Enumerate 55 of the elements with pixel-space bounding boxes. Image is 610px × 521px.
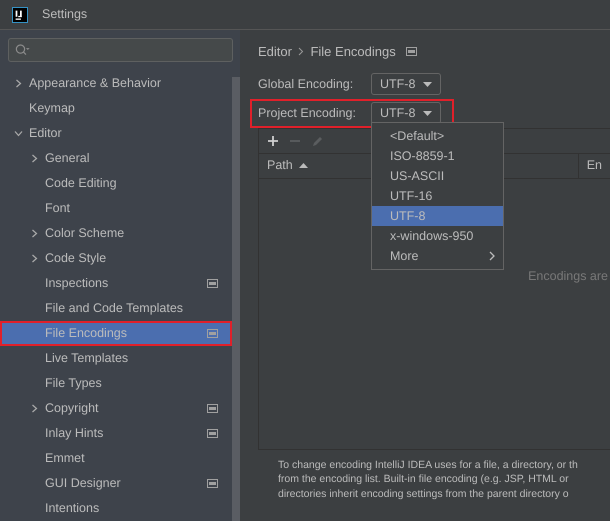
tree-item[interactable]: Inlay Hints [0, 421, 232, 446]
project-scope-icon [207, 329, 218, 338]
chevron-icon[interactable] [14, 129, 23, 138]
chevron-icon[interactable] [30, 254, 39, 263]
scrollbar[interactable] [232, 77, 240, 521]
tree-item[interactable]: Emmet [0, 446, 232, 471]
tree-item[interactable]: Code Editing [0, 171, 232, 196]
help-text: To change encoding IntelliJ IDEA uses for a file, a directory, or th [278, 458, 579, 472]
tree-item[interactable]: General [0, 146, 232, 171]
column-header[interactable]: Path [259, 154, 316, 178]
tree-item[interactable]: Editor [0, 121, 232, 146]
encoding-combo-box[interactable]: UTF-8 [371, 73, 442, 95]
tree-item[interactable]: Live Templates [0, 346, 232, 371]
chevron-icon[interactable] [30, 229, 39, 238]
dropdown-option[interactable]: US-ASCII [372, 166, 503, 186]
field-label: Global Encoding: [258, 76, 354, 93]
tree-item[interactable]: Keymap [0, 96, 232, 121]
breadcrumb-item: File Encodings [310, 43, 396, 61]
encoding-combo-box[interactable]: UTF-8 [371, 102, 442, 124]
app-logo-icon [12, 6, 28, 22]
tree-item[interactable]: Inspections [0, 271, 232, 296]
search-field[interactable] [8, 38, 233, 62]
breadcrumb-item[interactable]: Editor [258, 42, 292, 62]
chevron-icon[interactable] [30, 154, 39, 163]
field-label: Project Encoding: [258, 104, 357, 122]
dropdown-option[interactable]: ISO-8859-1 [372, 146, 503, 166]
tree-item[interactable]: Font [0, 196, 232, 221]
tree-item[interactable]: Intentions [0, 496, 232, 521]
project-scope-icon [207, 479, 218, 488]
project-scope-icon [207, 404, 218, 413]
tree-item[interactable]: GUI Designer [0, 471, 232, 496]
dropdown-option[interactable]: <Default> [372, 126, 503, 146]
help-text: from the encoding list. Built-in file encoding (e.g. JSP, HTML or [278, 472, 570, 487]
window-title: Settings [42, 6, 88, 24]
tree-item[interactable]: Color Scheme [0, 221, 232, 246]
breadcrumb-separator-icon [298, 47, 304, 56]
chevron-icon[interactable] [14, 79, 23, 88]
tree-item[interactable]: Appearance & Behavior [0, 71, 232, 96]
dropdown-option[interactable]: UTF-16 [372, 186, 503, 206]
empty-table-text: Encodings are [528, 268, 609, 285]
plus-icon[interactable] [267, 134, 279, 146]
tree-item[interactable]: File and Code Templates [0, 296, 232, 321]
project-scope-icon [207, 279, 218, 288]
chevron-icon[interactable] [30, 404, 39, 413]
project-scope-icon [207, 429, 218, 438]
tree-item[interactable]: File Types [0, 371, 232, 396]
search-icon [15, 43, 30, 57]
dropdown-option[interactable]: x-windows-950 [372, 226, 503, 246]
tree-item[interactable]: Copyright [0, 396, 232, 421]
tree-item[interactable]: Code Style [0, 246, 232, 271]
dropdown-option[interactable]: More [372, 246, 503, 266]
tree-item[interactable]: File Encodings [0, 321, 232, 346]
column-header[interactable]: En [578, 154, 610, 178]
help-text: directories inherit encoding settings from the parent directory o [278, 486, 570, 502]
dropdown-option[interactable]: UTF-8 [372, 206, 503, 226]
